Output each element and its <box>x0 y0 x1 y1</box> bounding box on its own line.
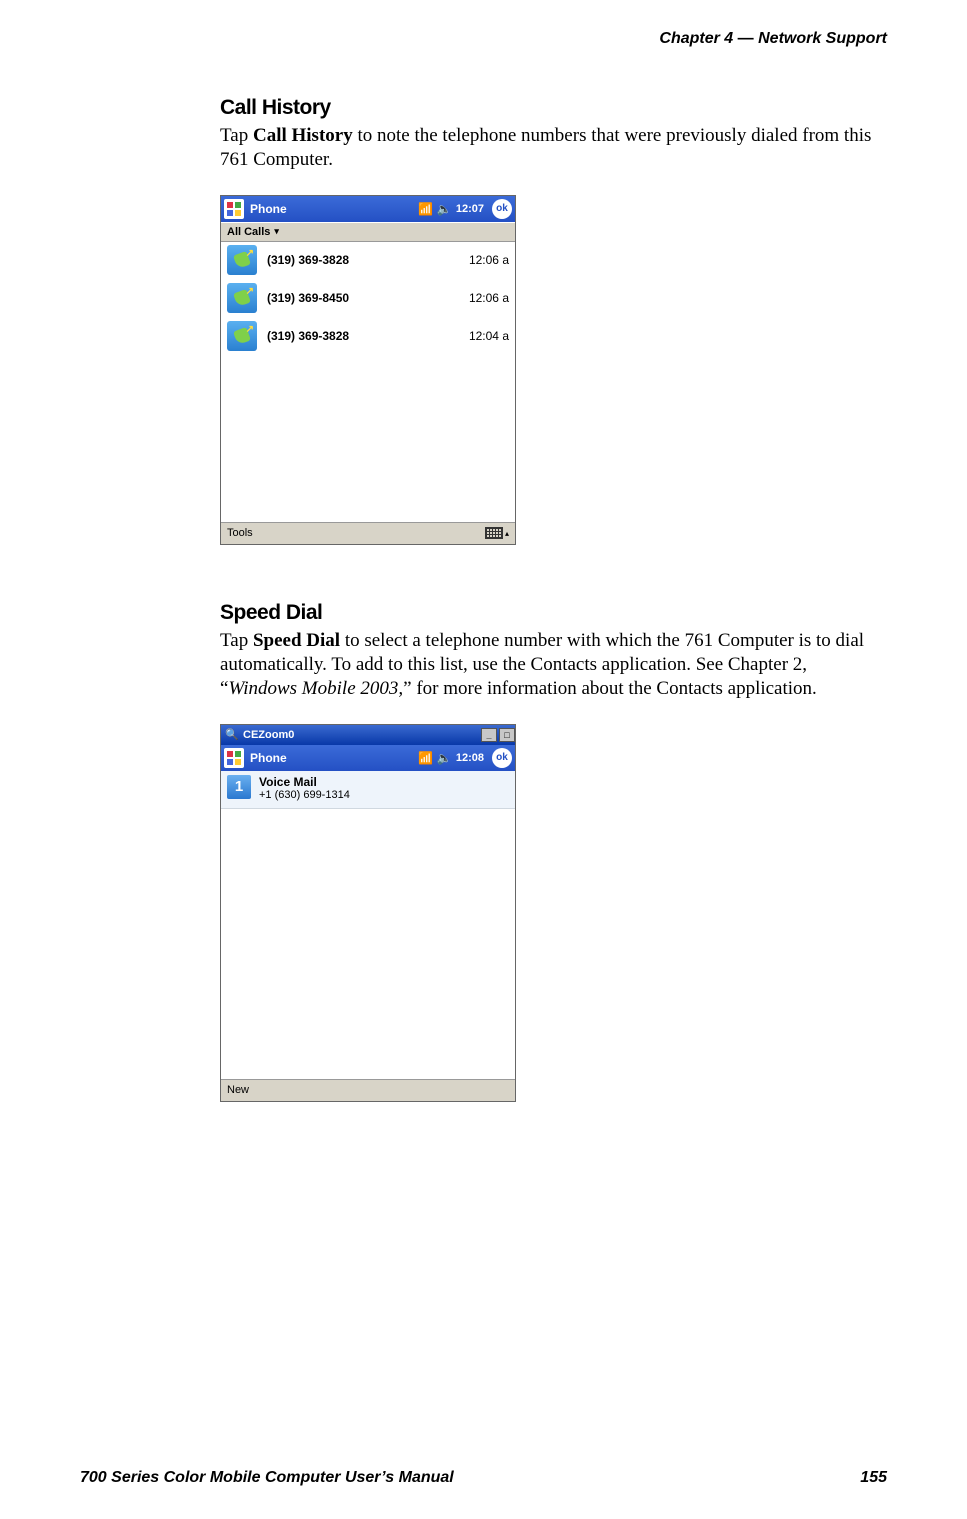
status-time: 12:07 <box>456 203 484 215</box>
speed-dial-number: +1 (630) 699-1314 <box>259 789 350 801</box>
speed-dial-title: Speed Dial <box>220 601 877 625</box>
speaker-icon: 🔈 <box>437 202 452 216</box>
section-name: Network Support <box>758 30 887 47</box>
filter-bar[interactable]: All Calls ▾ <box>221 222 515 242</box>
call-number: (319) 369-8450 <box>267 291 469 305</box>
signal-icon: 📶 <box>418 751 433 765</box>
call-history-bold: Call History <box>253 125 353 146</box>
call-list: ↗ (319) 369-3828 12:06 a ↗ (319) 369-845… <box>221 242 515 522</box>
outgoing-call-icon: ↗ <box>227 321 257 351</box>
page-header: Chapter 4 — Network Support <box>80 30 887 48</box>
maximize-button[interactable]: □ <box>499 728 515 742</box>
call-time: 12:06 a <box>469 253 509 267</box>
call-number: (319) 369-3828 <box>267 253 469 267</box>
filter-label: All Calls <box>227 226 270 238</box>
new-menu[interactable]: New <box>227 1084 249 1096</box>
call-history-title: Call History <box>220 96 877 120</box>
call-row[interactable]: ↗ (319) 369-3828 12:06 a <box>221 242 515 280</box>
outgoing-call-icon: ↗ <box>227 283 257 313</box>
header-dash: — <box>738 30 754 47</box>
call-row[interactable]: ↗ (319) 369-3828 12:04 a <box>221 318 515 356</box>
minimize-button[interactable]: _ <box>481 728 497 742</box>
bottom-bar: Tools ▴ <box>221 522 515 544</box>
footer-title: 700 Series Color Mobile Computer User’s … <box>80 1469 454 1487</box>
status-time: 12:08 <box>456 752 484 764</box>
speed-dial-info: Voice Mail +1 (630) 699-1314 <box>259 775 350 801</box>
window-title: CEZoom0 <box>243 729 294 741</box>
speaker-icon: 🔈 <box>437 751 452 765</box>
content: Call History Tap Call History to note th… <box>220 96 877 1158</box>
magnifier-icon: 🔍 <box>225 728 239 742</box>
ok-button[interactable]: ok <box>492 199 512 219</box>
speed-dial-row[interactable]: 1 Voice Mail +1 (630) 699-1314 <box>221 771 515 809</box>
speed-dial-list: 1 Voice Mail +1 (630) 699-1314 <box>221 771 515 1079</box>
status-icons: 📶 🔈 12:08 ok <box>418 748 512 768</box>
speed-dial-text: Tap Speed Dial to select a telephone num… <box>220 629 877 702</box>
call-row[interactable]: ↗ (319) 369-8450 12:06 a <box>221 280 515 318</box>
outgoing-call-icon: ↗ <box>227 245 257 275</box>
page-footer: 700 Series Color Mobile Computer User’s … <box>80 1469 887 1487</box>
call-time: 12:06 a <box>469 291 509 305</box>
bottom-bar: New <box>221 1079 515 1101</box>
tools-menu[interactable]: Tools <box>227 527 253 539</box>
call-number: (319) 369-3828 <box>267 329 469 343</box>
speed-dial-screenshot: 🔍 CEZoom0 _ □ Phone 📶 🔈 12:08 ok <box>220 724 516 1102</box>
signal-icon: 📶 <box>418 202 433 216</box>
call-time: 12:04 a <box>469 329 509 343</box>
page: Chapter 4 — Network Support Call History… <box>0 0 967 1519</box>
call-history-text: Tap Call History to note the telephone n… <box>220 124 877 173</box>
window-titlebar: 🔍 CEZoom0 _ □ <box>221 725 515 745</box>
status-bar: Phone 📶 🔈 12:07 ok <box>221 196 515 222</box>
chapter-label: Chapter <box>659 30 719 47</box>
chevron-down-icon: ▾ <box>274 226 279 237</box>
start-icon[interactable] <box>224 748 244 768</box>
call-history-screenshot: Phone 📶 🔈 12:07 ok All Calls ▾ ↗ (319) 3… <box>220 195 516 545</box>
slot-badge: 1 <box>227 775 251 799</box>
speed-dial-italic: Windows Mobile 2003, <box>228 678 403 699</box>
speed-dial-bold: Speed Dial <box>253 630 340 651</box>
keyboard-icon[interactable]: ▴ <box>485 527 509 539</box>
status-icons: 📶 🔈 12:07 ok <box>418 199 512 219</box>
speed-dial-name: Voice Mail <box>259 775 350 789</box>
status-bar: Phone 📶 🔈 12:08 ok <box>221 745 515 771</box>
chapter-num: 4 <box>724 30 733 47</box>
page-number: 155 <box>860 1469 887 1487</box>
app-title: Phone <box>250 202 418 216</box>
ok-button[interactable]: ok <box>492 748 512 768</box>
start-icon[interactable] <box>224 199 244 219</box>
app-title: Phone <box>250 751 418 765</box>
